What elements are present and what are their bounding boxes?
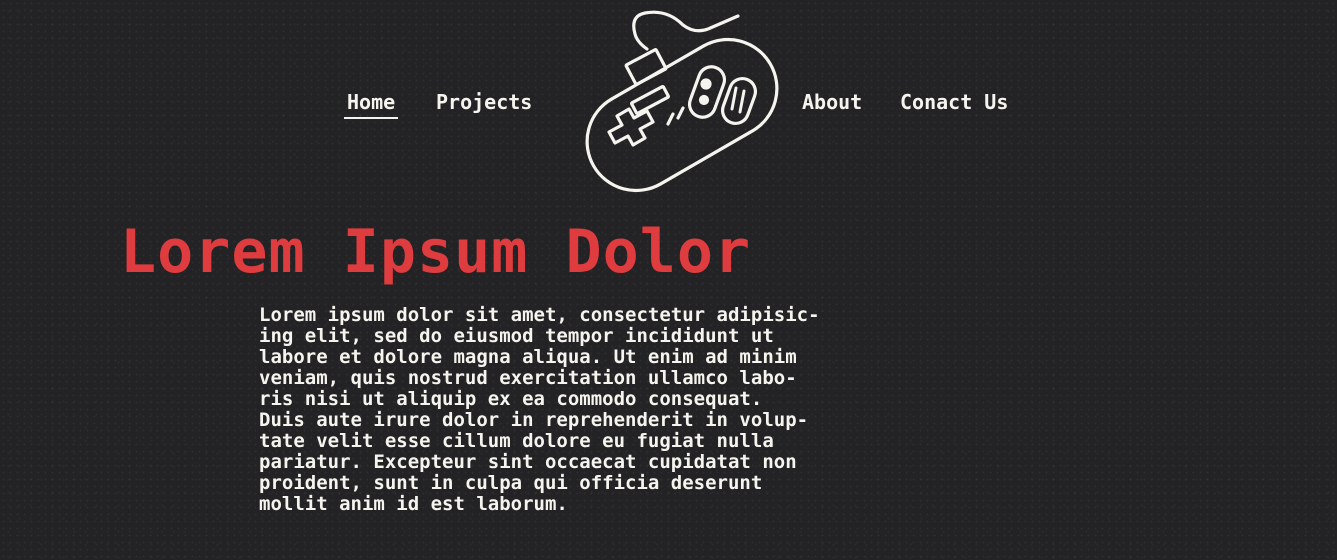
- nav-about-link[interactable]: About: [802, 90, 862, 114]
- nav-projects-link[interactable]: Projects: [436, 90, 532, 114]
- hero-paragraph: Lorem ipsum dolor sit amet, consectetur …: [259, 304, 820, 515]
- page-title: Lorem Ipsum Dolor: [120, 217, 752, 287]
- nav-home-link[interactable]: Home: [343, 90, 399, 119]
- gamepad-icon[interactable]: [577, 4, 782, 196]
- nav-contact-link[interactable]: Conact Us: [900, 90, 1008, 114]
